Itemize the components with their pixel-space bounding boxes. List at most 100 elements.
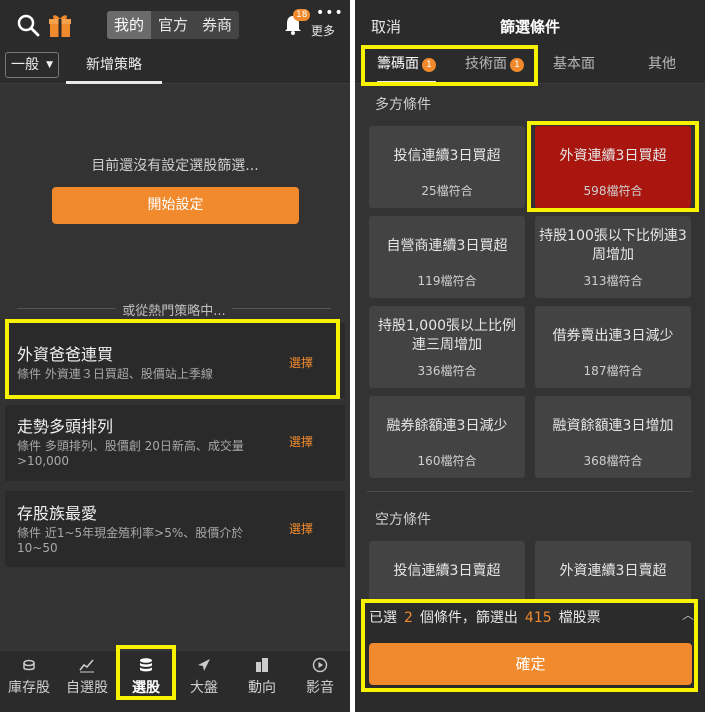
tab-label: 籌碼面 — [377, 56, 419, 72]
condition-name: 借券賣出連3日減少 — [552, 328, 674, 344]
popular-divider-label: 或從熱門策略中... — [116, 304, 232, 319]
gift-icon[interactable] — [46, 11, 74, 39]
selected-count: 2 — [404, 610, 413, 626]
coin-stack-icon — [23, 659, 35, 671]
strategy-card[interactable]: 存股族最愛 條件 近1~5年現金殖利率>5%、股價介於10~50 選擇 — [5, 491, 345, 567]
condition-name: 自營商連續3日買超 — [386, 238, 508, 254]
nav-watchlist[interactable]: 自選股 — [58, 651, 116, 712]
tab-new-strategy[interactable]: 新增策略 — [66, 50, 162, 84]
condition-option[interactable]: 借券賣出連3日減少 187檔符合 — [535, 306, 691, 388]
condition-count: 368檔符合 — [583, 454, 643, 468]
nav-trends[interactable]: 動向 — [233, 651, 291, 712]
condition-option[interactable]: 自營商連續3日買超 119檔符合 — [369, 216, 525, 298]
condition-count: 313檔符合 — [583, 274, 643, 288]
page-title: 篩選條件 — [499, 18, 560, 36]
tab-label: 基本面 — [553, 56, 595, 72]
nav-label: 庫存股 — [8, 680, 50, 696]
popular-divider: 或從熱門策略中... — [17, 300, 331, 319]
strategy-card[interactable]: 走勢多頭排列 條件 多頭排列、股價創 20日新高、成交量>10,000 選擇 — [5, 405, 345, 481]
condition-option[interactable]: 持股100張以下比例連3周增加 313檔符合 — [535, 216, 691, 298]
line-chart-icon — [79, 659, 94, 673]
tab-other[interactable]: 其他 — [648, 50, 676, 84]
start-setup-button[interactable]: 開始設定 — [52, 187, 299, 224]
notification-badge: 18 — [293, 9, 311, 21]
section-divider — [367, 491, 693, 492]
condition-option[interactable]: 融券餘額連3日減少 160檔符合 — [369, 396, 525, 478]
nav-label: 選股 — [132, 680, 160, 696]
long-conditions-title: 多方條件 — [375, 97, 431, 113]
filter-header: 取消 篩選條件 — [355, 0, 705, 50]
select-strategy-button[interactable]: 選擇 — [289, 433, 313, 450]
play-circle-icon — [312, 657, 328, 673]
segment-official[interactable]: 官方 — [151, 11, 195, 39]
condition-count: 25檔符合 — [421, 184, 473, 198]
summary-prefix: 已選 — [369, 610, 397, 626]
result-count: 415 — [524, 610, 552, 626]
search-icon[interactable] — [14, 11, 42, 39]
filter-category-tabs: 籌碼面 1 技術面 1 基本面 其他 — [355, 50, 705, 84]
strategy-title: 外資爸爸連買 — [17, 345, 114, 364]
strategy-tabs: 一般 ▼ 新增策略 — [0, 50, 350, 84]
condition-name: 融資餘額連3日增加 — [552, 418, 674, 434]
condition-name: 持股100張以下比例連3周增加 — [539, 228, 687, 263]
navigation-arrow-icon — [198, 659, 210, 671]
chevron-up-icon[interactable]: ︿ — [682, 606, 694, 623]
nav-holdings[interactable]: 庫存股 — [0, 651, 58, 712]
stock-screener-list-screen: 我的 官方 券商 18 ••• 更多 一般 ▼ 新增策略 目前還沒有設定選股篩選… — [0, 0, 350, 712]
strategy-card[interactable]: 外資爸爸連買 條件 外資連３日買超、股價站上季線 選擇 — [5, 323, 345, 398]
bottom-nav: 庫存股 自選股 選股 大盤 動向 影音 — [0, 650, 350, 712]
caret-down-icon: ▼ — [46, 60, 53, 70]
condition-option[interactable]: 投信連續3日買超 25檔符合 — [369, 126, 525, 208]
tab-label: 其他 — [648, 56, 676, 72]
nav-market[interactable]: 大盤 — [175, 651, 233, 712]
more-label[interactable]: 更多 — [311, 22, 335, 39]
segment-mine[interactable]: 我的 — [107, 11, 152, 39]
nav-screener[interactable]: 選股 — [117, 651, 175, 712]
select-strategy-button[interactable]: 選擇 — [289, 520, 313, 537]
condition-count: 187檔符合 — [583, 364, 643, 378]
condition-count: 336檔符合 — [417, 364, 477, 378]
category-dropdown[interactable]: 一般 ▼ — [5, 52, 59, 78]
tab-fundamental[interactable]: 基本面 — [553, 50, 595, 84]
category-dropdown-value: 一般 — [11, 57, 39, 73]
more-icon[interactable]: ••• — [316, 6, 344, 20]
summary-middle: 個條件，篩選出 — [419, 610, 518, 626]
condition-name: 外資連續3日買超 — [559, 148, 667, 164]
buildings-icon — [256, 658, 268, 672]
short-conditions-title: 空方條件 — [375, 512, 431, 528]
strategy-title: 存股族最愛 — [17, 504, 98, 523]
tab-badge: 1 — [510, 58, 524, 72]
segment-broker[interactable]: 券商 — [195, 11, 239, 39]
condition-name: 投信連續3日賣超 — [393, 563, 501, 579]
confirm-button[interactable]: 確定 — [369, 643, 692, 685]
summary-suffix: 檔股票 — [558, 610, 601, 626]
condition-count: 160檔符合 — [417, 454, 477, 468]
nav-label: 影音 — [306, 680, 334, 696]
condition-name: 外資連續3日賣超 — [559, 563, 667, 579]
condition-option-selected[interactable]: 外資連續3日買超 598檔符合 — [535, 126, 691, 208]
tab-badge: 1 — [422, 58, 436, 72]
selection-summary[interactable]: 已選 2 個條件，篩選出 415 檔股票 — [369, 607, 601, 627]
condition-count: 119檔符合 — [417, 274, 477, 288]
strategy-desc: 條件 外資連３日買超、股價站上季線 — [17, 367, 213, 381]
tab-chips[interactable]: 籌碼面 1 — [377, 50, 436, 84]
condition-option[interactable]: 融資餘額連3日增加 368檔符合 — [535, 396, 691, 478]
database-icon — [140, 658, 152, 672]
condition-name: 融券餘額連3日減少 — [386, 418, 508, 434]
strategy-desc: 條件 多頭排列、股價創 20日新高、成交量>10,000 — [17, 439, 244, 468]
nav-video[interactable]: 影音 — [291, 651, 349, 712]
condition-option[interactable]: 持股1,000張以上比例連三周增加 336檔符合 — [369, 306, 525, 388]
nav-label: 自選股 — [66, 680, 108, 696]
tab-label: 技術面 — [465, 56, 507, 72]
source-segmented-control: 我的 官方 券商 — [107, 11, 240, 39]
condition-name: 持股1,000張以上比例連三周增加 — [377, 318, 517, 353]
top-bar: 我的 官方 券商 18 ••• 更多 — [0, 0, 350, 50]
empty-state-message: 目前還沒有設定選股篩選... — [91, 158, 259, 174]
nav-label: 動向 — [248, 680, 276, 696]
condition-count: 598檔符合 — [583, 184, 643, 198]
selection-summary-bar: 已選 2 個條件，篩選出 415 檔股票 ︿ 確定 — [355, 600, 705, 712]
select-strategy-button[interactable]: 選擇 — [289, 354, 313, 371]
condition-name: 投信連續3日買超 — [393, 148, 501, 164]
strategy-title: 走勢多頭排列 — [17, 417, 114, 436]
tab-technical[interactable]: 技術面 1 — [465, 50, 524, 84]
